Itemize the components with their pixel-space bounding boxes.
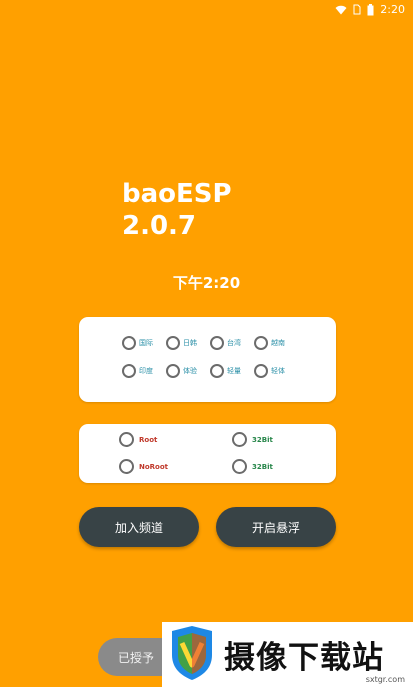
region-option-in[interactable]: 印度 xyxy=(122,364,160,378)
region-label: 轻体 xyxy=(271,367,285,375)
region-row-1: 国际 日韩 台湾 越南 xyxy=(122,336,292,350)
region-option-intl[interactable]: 国际 xyxy=(122,336,160,350)
wifi-icon xyxy=(335,5,347,15)
sim-icon xyxy=(353,4,361,15)
watermark-url: sxtgr.com xyxy=(365,675,405,684)
region-label: 越南 xyxy=(271,339,285,347)
region-label: 印度 xyxy=(139,367,153,375)
radio-icon[interactable] xyxy=(122,336,136,350)
open-float-button[interactable]: 开启悬浮 xyxy=(216,507,336,547)
watermark-logo-icon xyxy=(168,625,216,685)
mode-label: NoRoot xyxy=(139,462,169,471)
mode-option-32bit-1[interactable]: 32Bit xyxy=(232,432,273,447)
radio-icon[interactable] xyxy=(254,364,268,378)
region-option-vn[interactable]: 越南 xyxy=(254,336,292,350)
radio-icon[interactable] xyxy=(166,336,180,350)
mode-label: 32Bit xyxy=(252,435,273,444)
region-label: 日韩 xyxy=(183,339,197,347)
mode-card: Root 32Bit NoRoot 32Bit xyxy=(79,424,336,483)
region-option-trial[interactable]: 体验 xyxy=(166,364,204,378)
mode-option-root[interactable]: Root xyxy=(119,432,157,447)
radio-icon[interactable] xyxy=(166,364,180,378)
region-label: 体验 xyxy=(183,367,197,375)
status-time: 2:20 xyxy=(380,3,405,16)
region-label: 轻量 xyxy=(227,367,241,375)
radio-icon[interactable] xyxy=(119,459,134,474)
watermark-text: 摄像下载站 xyxy=(224,640,384,676)
mode-option-32bit-2[interactable]: 32Bit xyxy=(232,459,273,474)
radio-icon[interactable] xyxy=(119,432,134,447)
mode-option-noroot[interactable]: NoRoot xyxy=(119,459,168,474)
status-bar: 2:20 xyxy=(0,0,413,22)
battery-icon xyxy=(367,3,374,16)
app-title: baoESP 2.0.7 xyxy=(122,178,232,242)
region-row-2: 印度 体验 轻量 轻体 xyxy=(122,364,292,378)
app-name: baoESP xyxy=(122,179,232,209)
clock: 下午2:20 xyxy=(172,274,241,292)
mode-label: Root xyxy=(139,435,158,444)
radio-icon[interactable] xyxy=(122,364,136,378)
radio-icon[interactable] xyxy=(254,336,268,350)
mode-label: 32Bit xyxy=(252,462,273,471)
region-option-lite-body[interactable]: 轻体 xyxy=(254,364,292,378)
region-label: 国际 xyxy=(139,339,153,347)
region-label: 台湾 xyxy=(227,339,241,347)
radio-icon[interactable] xyxy=(210,336,224,350)
region-option-tw[interactable]: 台湾 xyxy=(210,336,248,350)
radio-icon[interactable] xyxy=(232,459,247,474)
join-channel-button[interactable]: 加入频道 xyxy=(79,507,199,547)
watermark-banner: 摄像下载站 sxtgr.com xyxy=(162,622,413,687)
region-card: 国际 日韩 台湾 越南 印度 体验 轻量 轻体 xyxy=(79,317,336,402)
app-version: 2.0.7 xyxy=(122,211,197,241)
region-option-jpkr[interactable]: 日韩 xyxy=(166,336,204,350)
radio-icon[interactable] xyxy=(210,364,224,378)
region-option-lite[interactable]: 轻量 xyxy=(210,364,248,378)
status-icons: 2:20 xyxy=(335,3,405,16)
radio-icon[interactable] xyxy=(232,432,247,447)
